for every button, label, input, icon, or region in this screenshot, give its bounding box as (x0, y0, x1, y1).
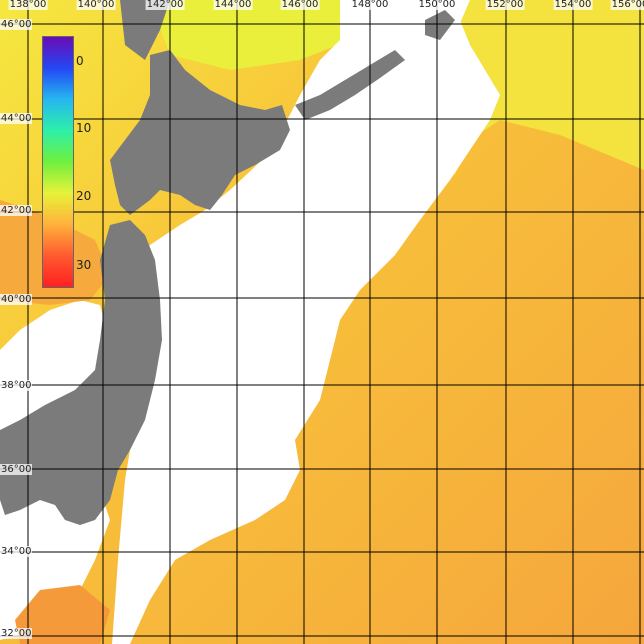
lat-label-40: 40°00 (0, 294, 33, 305)
lat-label-44: 44°00 (0, 113, 33, 124)
lon-label-140: 140°00 (76, 0, 116, 10)
lat-label-38: 38°00 (0, 380, 33, 391)
sea-surface-temperature-map: 0 10 20 30 138°00 140°00 142°00 144°00 1… (0, 0, 644, 644)
lon-label-144: 144°00 (213, 0, 253, 10)
legend: 0 10 20 30 (42, 36, 114, 288)
legend-tick-10: 10 (76, 121, 92, 135)
lon-label-138: 138°00 (8, 0, 48, 10)
lon-label-150: 150°00 (417, 0, 457, 10)
legend-tick-20: 20 (76, 189, 92, 203)
lat-label-46: 46°00 (0, 19, 33, 30)
lat-label-42: 42°00 (0, 205, 33, 216)
lon-label-154: 154°00 (553, 0, 593, 10)
lat-label-34: 34°00 (0, 546, 33, 557)
lon-label-146: 146°00 (280, 0, 320, 10)
lon-label-142: 142°00 (145, 0, 185, 10)
lon-label-152: 152°00 (485, 0, 525, 10)
legend-tick-0: 0 (76, 54, 84, 68)
legend-color-bar (42, 36, 74, 288)
lon-label-156: 156°00 (610, 0, 644, 10)
lon-label-148: 148°00 (350, 0, 390, 10)
legend-tick-30: 30 (76, 258, 92, 272)
lat-label-32: 32°00 (0, 628, 33, 639)
lat-label-36: 36°00 (0, 464, 33, 475)
